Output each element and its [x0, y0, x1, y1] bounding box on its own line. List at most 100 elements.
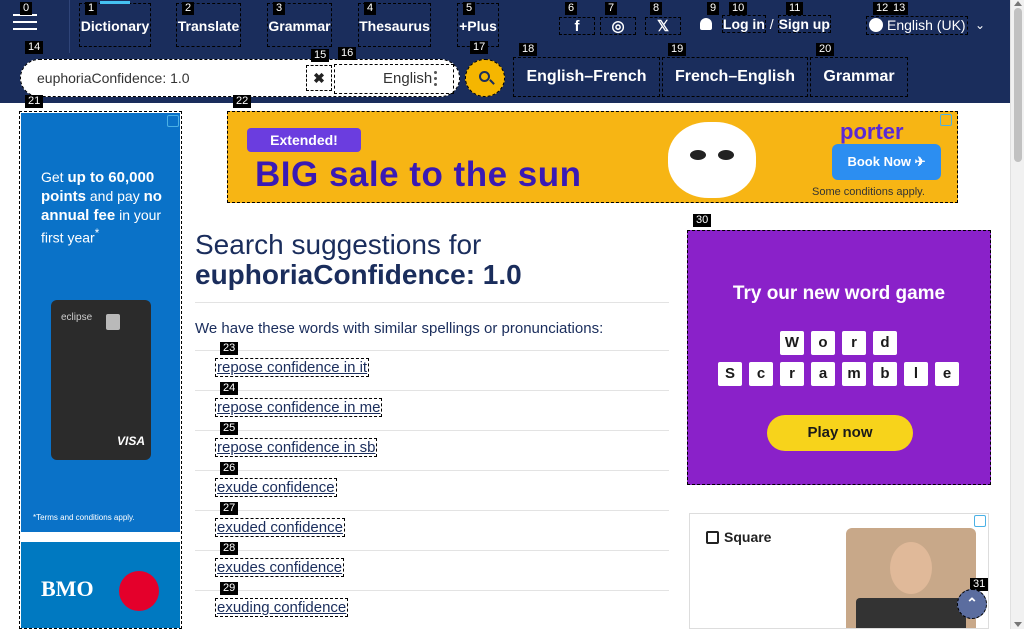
suggestion-link[interactable]: exude confidence: [215, 478, 337, 497]
chevron-up-icon: ⌃: [966, 595, 978, 611]
ad-copy: Get up to 60,000 points and pay no annua…: [41, 168, 166, 247]
ad-text: Get: [41, 169, 68, 185]
clear-search-button[interactable]: ✖: [306, 65, 332, 91]
letter-tile: S: [718, 362, 742, 386]
divider: [69, 0, 70, 53]
adchoices-icon[interactable]: [167, 115, 179, 127]
ad-heading: Try our new word game: [732, 283, 946, 304]
suggestion-link[interactable]: repose confidence in sb: [215, 438, 378, 457]
element-badge: 14: [25, 41, 44, 54]
page-scrollbar[interactable]: [1010, 0, 1024, 629]
play-now-button[interactable]: Play now: [767, 415, 913, 451]
search-input[interactable]: [37, 70, 307, 86]
credit-card-image: eclipse VISA: [51, 300, 151, 460]
separator: /: [769, 16, 774, 32]
subnav-french-english[interactable]: French–English: [662, 57, 808, 97]
element-badge: 24: [220, 382, 239, 395]
raccoon-mascot-icon: [668, 122, 756, 198]
adchoices-icon[interactable]: [974, 515, 986, 527]
letter-tile: b: [873, 362, 897, 386]
dictionary-select[interactable]: English: [334, 64, 454, 94]
x-twitter-icon[interactable]: 𝕏: [645, 17, 681, 35]
nav-label: Translate: [177, 18, 240, 34]
divider: [195, 590, 669, 591]
scrollbar-thumb[interactable]: [1014, 8, 1022, 162]
square-brand: Square: [724, 529, 772, 545]
site-language-selector[interactable]: English (UK) ⌄: [866, 16, 985, 35]
search-icon-handle: [489, 79, 495, 85]
suggestion-link[interactable]: repose confidence in me: [215, 398, 383, 417]
instagram-icon[interactable]: ◎: [600, 17, 636, 35]
scroll-down-arrow-icon[interactable]: [1014, 622, 1022, 627]
more-vertical-icon: [434, 71, 437, 89]
letter-tile: o: [811, 331, 835, 355]
element-badge: 17: [470, 41, 489, 54]
element-badge: 8: [650, 2, 663, 15]
top-navigation-bar: 0 Dictionary 1 Translate 2 Grammar 3 The…: [0, 0, 1010, 53]
bmo-logo-panel: BMO: [21, 542, 180, 628]
back-to-top-button[interactable]: ⌃: [957, 589, 987, 619]
suggestion-link[interactable]: exuding confidence: [215, 598, 349, 617]
instagram-glyph: ◎: [611, 18, 625, 35]
element-badge: 2: [182, 2, 195, 15]
suggestion-link[interactable]: exudes confidence: [215, 558, 345, 577]
language-label: English (UK): [887, 17, 966, 33]
left-sidebar-ad[interactable]: Get up to 60,000 points and pay no annua…: [19, 111, 182, 629]
mascot-eye: [718, 150, 734, 160]
book-now-button[interactable]: Book Now ✈: [832, 144, 941, 180]
letter-tile: e: [935, 362, 959, 386]
square-ad[interactable]: Square: [689, 513, 989, 629]
element-badge: 26: [220, 462, 239, 475]
divider: [195, 470, 669, 471]
element-badge: 18: [519, 43, 538, 56]
element-badge: 13: [890, 2, 909, 15]
nav-label: Dictionary: [80, 18, 150, 34]
element-badge: 6: [565, 2, 578, 15]
divider: [195, 302, 669, 303]
element-badge: 3: [273, 2, 286, 15]
subnav-grammar[interactable]: Grammar: [810, 57, 908, 97]
hamburger-menu-icon[interactable]: [13, 14, 37, 34]
word-scramble-ad[interactable]: Try our new word game W o r d S c r a m …: [687, 230, 991, 485]
facebook-icon[interactable]: f: [559, 17, 595, 35]
chevron-down-icon: ⌄: [975, 18, 986, 32]
element-badge: 25: [220, 422, 239, 435]
element-badge: 21: [25, 95, 44, 108]
top-banner-ad[interactable]: Extended! BIG sale to the sun porter Boo…: [227, 111, 958, 203]
subnav-english-french[interactable]: English–French: [513, 57, 660, 97]
nav-label: Thesaurus: [359, 18, 430, 34]
login-link[interactable]: Log in: [721, 15, 766, 33]
suggestions-intro: We have these words with similar spellin…: [195, 320, 604, 337]
search-button[interactable]: [465, 59, 505, 97]
element-badge: 27: [220, 502, 239, 515]
element-badge: 23: [220, 342, 239, 355]
card-name: eclipse: [61, 312, 93, 323]
element-badge: 4: [364, 2, 377, 15]
scroll-up-arrow-icon[interactable]: [1014, 1, 1022, 6]
nav-label: +Plus: [459, 18, 497, 34]
element-badge: 20: [816, 43, 835, 56]
subnav-label: Grammar: [823, 68, 895, 85]
divider: [195, 550, 669, 551]
bmo-roundel-icon: [119, 571, 159, 611]
card-chip-icon: [106, 314, 120, 330]
card-ad-panel: Get up to 60,000 points and pay no annua…: [21, 113, 180, 532]
divider: [195, 390, 669, 391]
ad-text-footnote: *: [94, 227, 100, 240]
element-badge: 16: [338, 47, 357, 60]
ad-terms: *Terms and conditions apply.: [33, 513, 135, 522]
adchoices-icon[interactable]: [940, 114, 952, 126]
ad-text: and pay: [86, 188, 144, 204]
element-badge: 7: [605, 2, 618, 15]
element-badge: 22: [233, 95, 252, 108]
square-logo: Square: [706, 529, 771, 545]
subnav-label: English–French: [526, 68, 647, 85]
signup-link[interactable]: Sign up: [777, 15, 831, 33]
suggestion-link[interactable]: exuded confidence: [215, 518, 345, 537]
airline-logo: porter: [840, 119, 904, 144]
suggestion-link[interactable]: repose confidence in it: [215, 358, 370, 377]
user-icon: [700, 18, 712, 30]
globe-icon: [869, 18, 883, 32]
x-glyph: 𝕏: [656, 18, 670, 35]
element-badge: 10: [729, 2, 748, 15]
